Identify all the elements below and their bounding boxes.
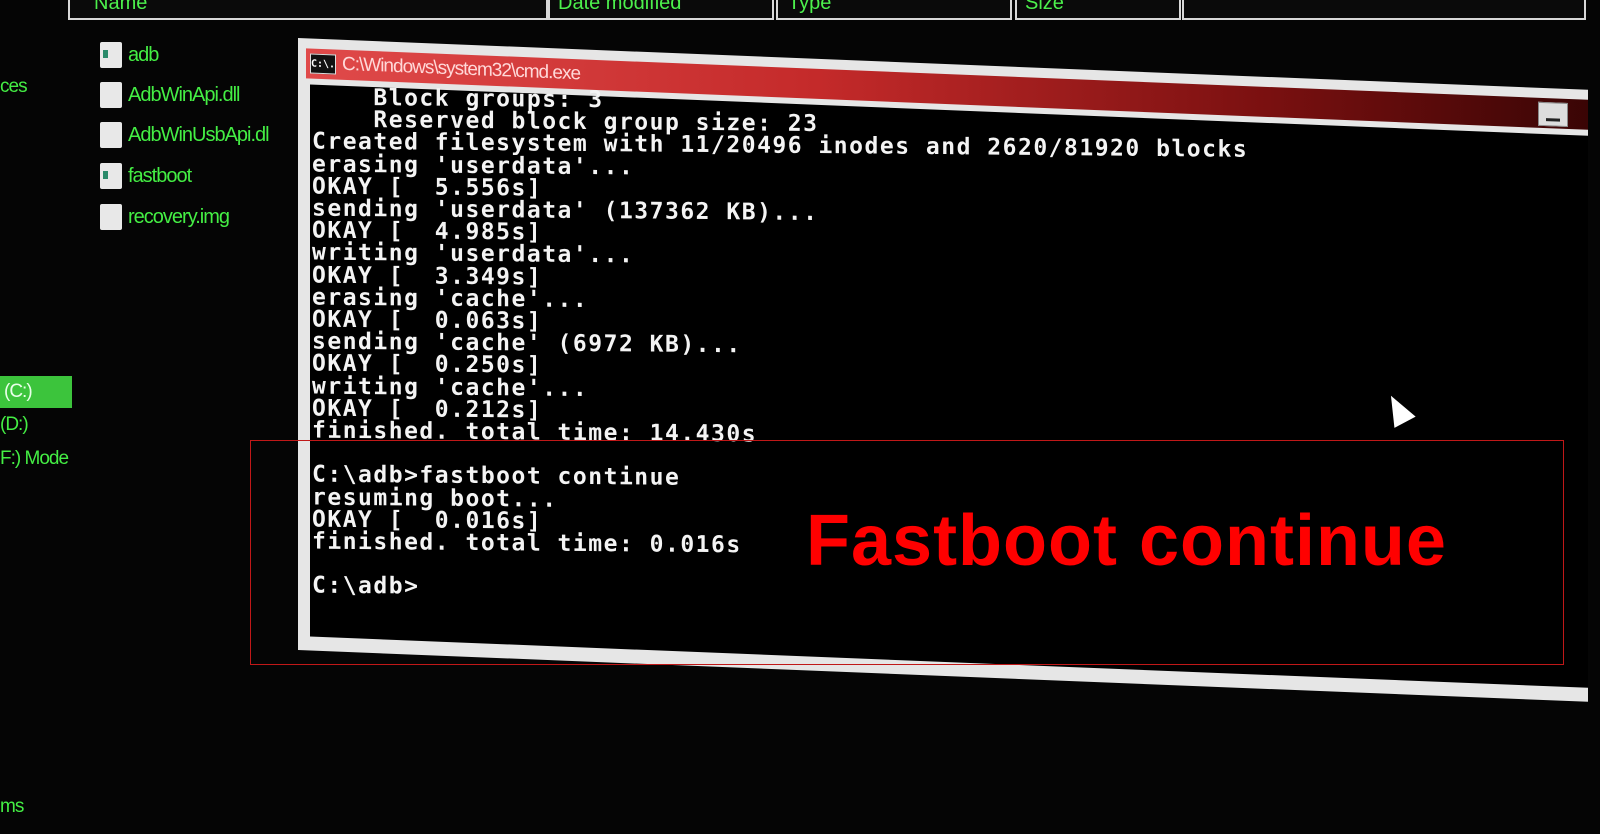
column-header-name[interactable]: Name: [68, 0, 548, 20]
dll-file-icon: [100, 122, 122, 148]
cmd-title: C:\Windows\system32\cmd.exe: [342, 53, 581, 85]
column-header-blank: [1182, 0, 1586, 20]
caption-text: Fastboot continue: [806, 501, 1447, 581]
sidebar-item[interactable]: (C:): [0, 376, 72, 408]
sidebar-item[interactable]: (D:): [0, 414, 29, 436]
exe-file-icon: [100, 42, 122, 68]
file-item[interactable]: AdbWinApi.dll: [100, 82, 241, 108]
column-header-date-modified[interactable]: Date modified: [548, 0, 774, 20]
file-icon: [100, 204, 122, 230]
minimize-button[interactable]: [1538, 101, 1568, 128]
cmd-icon: C:\.: [310, 53, 336, 75]
file-name: AdbWinApi.dll: [128, 83, 241, 106]
sidebar-item[interactable]: F:) Mode: [0, 448, 69, 470]
sidebar-item[interactable]: ms: [0, 796, 24, 818]
dll-file-icon: [100, 82, 122, 108]
column-header-size[interactable]: Size: [1015, 0, 1181, 20]
file-name: adb: [128, 43, 159, 66]
file-item[interactable]: recovery.img: [100, 204, 230, 230]
file-name: AdbWinUsbApi.dl: [128, 123, 270, 146]
column-header-type[interactable]: Type: [776, 0, 1012, 20]
sidebar-item[interactable]: ces: [0, 76, 28, 98]
file-item[interactable]: AdbWinUsbApi.dl: [100, 122, 270, 148]
file-name: fastboot: [128, 164, 192, 187]
file-item[interactable]: fastboot: [100, 163, 192, 189]
exe-file-icon: [100, 163, 122, 189]
file-item[interactable]: adb: [100, 42, 159, 68]
file-name: recovery.img: [128, 205, 230, 228]
